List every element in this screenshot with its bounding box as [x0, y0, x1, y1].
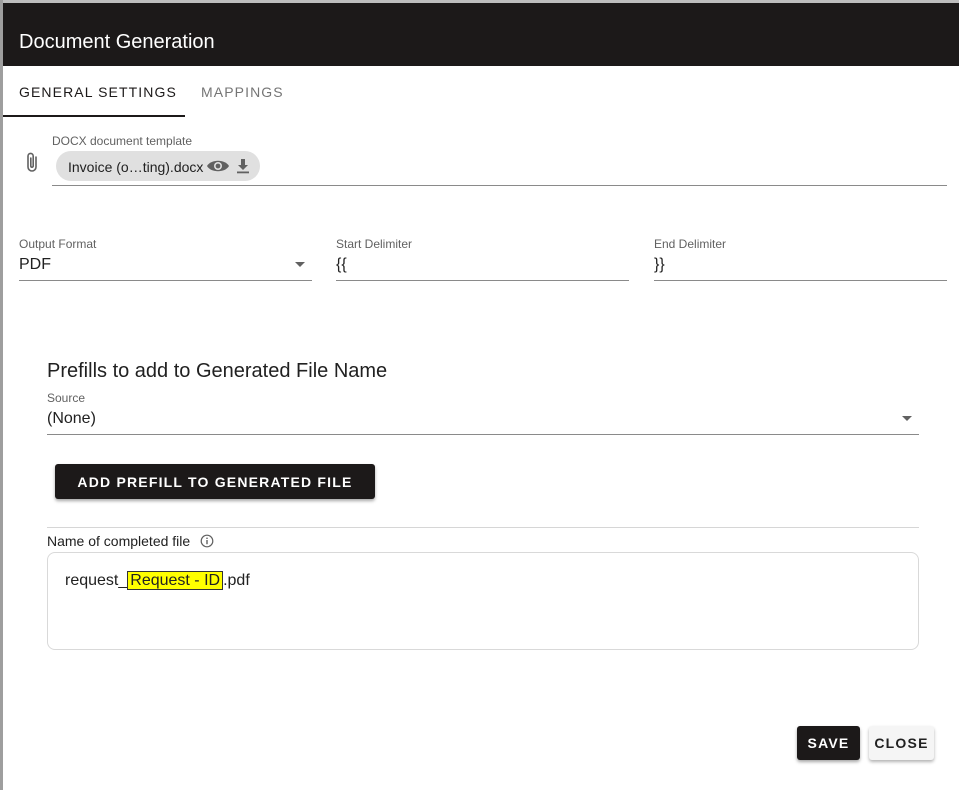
template-file-chip[interactable]: Invoice (o…ting).docx: [56, 151, 260, 181]
download-icon[interactable]: [235, 158, 251, 174]
start-delimiter-label: Start Delimiter: [336, 237, 413, 251]
end-delimiter-underline: [654, 280, 947, 281]
tab-bar: GENERAL SETTINGS MAPPINGS: [3, 66, 959, 117]
save-button[interactable]: SAVE: [797, 726, 860, 760]
output-format-select[interactable]: PDF: [19, 256, 51, 274]
output-format-label: Output Format: [19, 237, 97, 251]
tab-general-settings[interactable]: GENERAL SETTINGS: [19, 66, 177, 115]
paperclip-icon[interactable]: [23, 151, 41, 175]
active-tab-indicator: [3, 115, 185, 117]
section-divider: [47, 527, 919, 528]
document-generation-dialog: Document Generation GENERAL SETTINGS MAP…: [3, 3, 959, 790]
template-underline: [52, 185, 947, 186]
completed-file-name: request_ Request - ID .pdf: [65, 571, 250, 590]
start-delimiter-input[interactable]: {{: [336, 256, 347, 274]
close-button[interactable]: CLOSE: [869, 726, 934, 760]
request-id-token[interactable]: Request - ID: [127, 571, 224, 590]
dialog-header: Document Generation: [3, 3, 959, 66]
file-name-prefix: request_: [65, 572, 128, 589]
end-delimiter-label: End Delimiter: [654, 237, 727, 251]
prefills-section-title: Prefills to add to Generated File Name: [47, 360, 388, 382]
add-prefill-button[interactable]: ADD PREFILL TO GENERATED FILE NAME: [55, 464, 375, 526]
end-delimiter-input[interactable]: }}: [654, 256, 665, 274]
dialog-title: Document Generation: [19, 31, 215, 53]
output-format-underline: [19, 280, 312, 281]
info-icon[interactable]: [200, 534, 214, 548]
output-format-dropdown-icon[interactable]: [295, 262, 305, 267]
template-file-name: Invoice (o…ting).docx: [68, 159, 204, 175]
file-name-suffix: .pdf: [223, 572, 250, 589]
start-delimiter-underline: [336, 280, 629, 281]
eye-icon[interactable]: [206, 157, 230, 175]
completed-file-editor[interactable]: request_ Request - ID .pdf: [47, 552, 919, 650]
source-dropdown-icon[interactable]: [902, 416, 912, 421]
completed-file-label: Name of completed file: [47, 533, 191, 549]
template-label: DOCX document template: [52, 134, 193, 148]
source-label: Source: [47, 391, 86, 405]
tab-mappings[interactable]: MAPPINGS: [201, 66, 284, 115]
source-underline: [47, 434, 919, 435]
source-select[interactable]: (None): [47, 410, 96, 428]
